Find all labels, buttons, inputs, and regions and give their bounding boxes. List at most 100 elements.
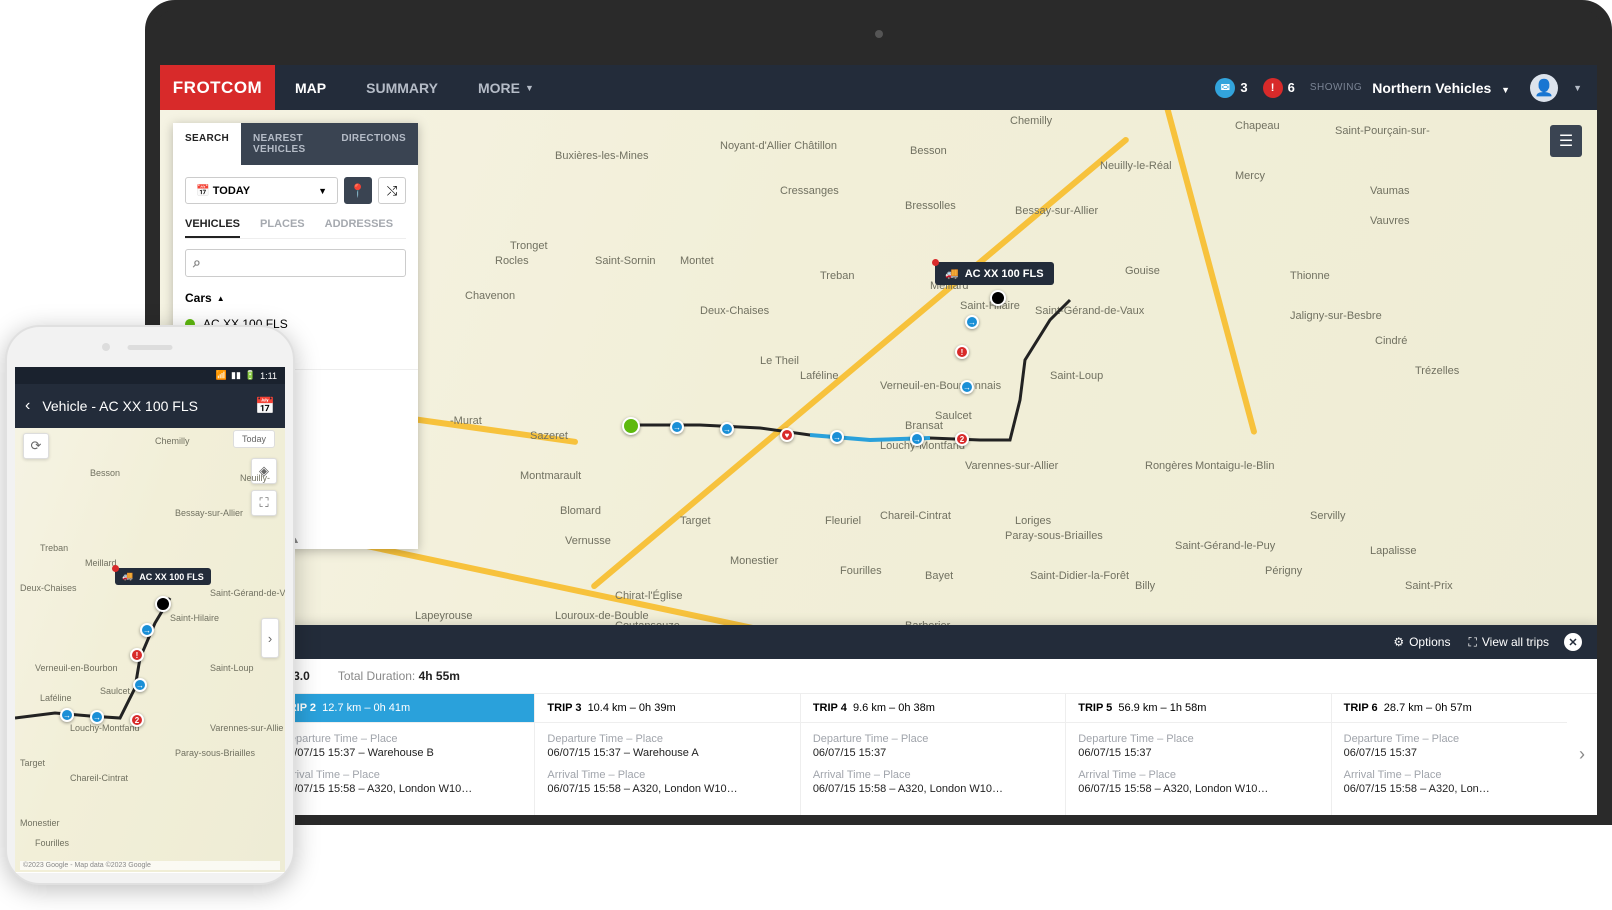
place-label: Target [680,515,711,527]
fullscreen-button[interactable]: ⛶ [251,490,277,516]
mail-badge[interactable]: ✉ 3 [1215,78,1247,98]
calendar-button[interactable]: 📅 [255,396,275,416]
subtab-places[interactable]: PLACES [260,218,305,238]
route-waypoint[interactable]: → [90,710,104,724]
trip-name: TRIP 3 [547,702,581,714]
laptop-screen: FROTCOM MAP SUMMARY MORE ▼ ✉ 3 ! 6 SHOWI… [160,65,1597,815]
viewall-label: View all trips [1482,635,1549,649]
dep-label: Departure Time – Place [1078,733,1318,745]
route-end-marker[interactable] [990,290,1006,306]
tab-directions[interactable]: DIRECTIONS [329,123,418,165]
refresh-button[interactable]: ⟳ [23,433,49,459]
vehicle-group-header[interactable]: Cars ▲ [185,291,406,305]
route-alert-marker[interactable]: ! [130,648,144,662]
place-label: Saint-Sornin [595,255,656,267]
route-waypoint[interactable]: → [960,380,974,394]
route-start-marker[interactable] [622,417,640,435]
laptop-frame: FROTCOM MAP SUMMARY MORE ▼ ✉ 3 ! 6 SHOWI… [145,0,1612,825]
nav-more[interactable]: MORE ▼ [458,65,554,110]
search-input[interactable] [185,249,406,277]
phone-header: ‹ Vehicle - AC XX 100 FLS 📅 [15,384,285,428]
alert-badge[interactable]: ! 6 [1263,78,1295,98]
alert-icon: ! [1263,78,1283,98]
calendar-icon: 📅 [196,185,210,197]
trip-stat: 28.7 km – 0h 57m [1384,702,1472,714]
trips-panel: FLS TRIPS ⚙ Options ⛶ View all trips ✕ T… [160,625,1597,815]
place-label: Chirat-l'Église [615,590,683,602]
pin-mode-button[interactable]: 📍 [344,177,372,204]
route-mode-button[interactable]: ⤭ [378,177,406,204]
trips-next-button[interactable]: › [1567,694,1597,815]
brand-logo[interactable]: FROTCOM [160,65,275,110]
route-waypoint[interactable]: → [830,430,844,444]
vehicle-marker-label: AC XX 100 FLS [139,572,204,582]
nav-summary[interactable]: SUMMARY [346,65,458,110]
route-alert-marker[interactable]: ! [955,345,969,359]
place-label: Treban [820,270,854,282]
topbar: FROTCOM MAP SUMMARY MORE ▼ ✉ 3 ! 6 SHOWI… [160,65,1597,110]
route-waypoint[interactable]: → [965,315,979,329]
place-label: Chavenon [465,290,515,302]
panel-tabs: SEARCH NEAREST VEHICLES DIRECTIONS [173,123,418,165]
phone-vehicle-marker[interactable]: 🚚 AC XX 100 FLS [115,568,211,585]
arr-label: Arrival Time – Place [547,769,787,781]
place-label: Rocles [495,255,529,267]
trip-card[interactable]: TRIP 3 10.4 km – 0h 39m Departure Time –… [535,694,800,815]
fleet-dropdown[interactable]: Northern Vehicles ▼ [1372,80,1510,96]
route-waypoint[interactable]: → [670,420,684,434]
view-all-trips-button[interactable]: ⛶ View all trips [1468,635,1549,650]
subtab-vehicles[interactable]: VEHICLES [185,218,240,238]
place-label: Paray-sous-Briailles [1005,530,1103,542]
dep-label: Departure Time – Place [1344,733,1584,745]
map-menu-button[interactable]: ☰ [1550,125,1582,157]
trips-row: 0h 26m Place Warehouse A A320, London W1… [160,694,1597,815]
trip-card-selected[interactable]: TRIP 2 12.7 km – 0h 41m Departure Time –… [270,694,535,815]
nav-map[interactable]: MAP [275,65,346,110]
route-waypoint[interactable]: → [133,678,147,692]
place-label: Saint-Gérand-de-V [210,588,285,598]
place-label: Monestier [730,555,778,567]
place-label: Sazeret [530,430,568,442]
subtab-addresses[interactable]: ADDRESSES [325,218,393,238]
trip-card[interactable]: TRIP 4 9.6 km – 0h 38m Departure Time – … [801,694,1066,815]
trip-name: TRIP 6 [1344,702,1378,714]
place-label: Saint-Prix [1405,580,1453,592]
route-end-marker[interactable] [155,596,171,612]
place-label: Thionne [1290,270,1330,282]
phone-camera [102,343,110,351]
place-label: Montaigu-le-Blin [1195,460,1274,472]
trips-options-button[interactable]: ⚙ Options [1393,635,1450,649]
place-label: Chemilly [155,436,190,446]
phone-route-path [15,568,205,768]
showing-label: SHOWING [1310,82,1362,93]
user-avatar[interactable]: 👤 [1530,74,1558,102]
route-waypoint[interactable]: → [140,623,154,637]
date-picker-button[interactable]: 📅 TODAY ▼ [185,177,338,204]
phone-map[interactable]: Today ⟳ ◈ ⛶ › → → 2 → ! → 🚚 AC XX 100 FL… [15,428,285,872]
expand-panel-button[interactable]: › [261,618,279,658]
arr-value: 06/07/15 15:58 – A320, London W10… [547,783,787,795]
dep-value: 06/07/15 15:37 [813,747,1053,759]
duration-value: 4h 55m [419,669,460,683]
map-area[interactable]: → → ♥ → → 2 → ! → 🚚 AC XX 100 FLS Chemil… [160,110,1597,815]
place-label: Bessay-sur-Allier [1015,205,1098,217]
route-waypoint[interactable]: → [910,432,924,446]
trip-head: TRIP 5 56.9 km – 1h 58m [1066,694,1330,723]
trip-card[interactable]: TRIP 5 56.9 km – 1h 58m Departure Time –… [1066,694,1331,815]
tab-nearest[interactable]: NEAREST VEHICLES [241,123,329,165]
route-waypoint[interactable]: → [60,708,74,722]
duration-label: Total Duration: [338,669,415,683]
close-trips-button[interactable]: ✕ [1564,633,1582,651]
route-waypoint[interactable]: → [720,422,734,436]
route-alert-marker[interactable]: ♥ [780,428,794,442]
route-stop-marker[interactable]: 2 [955,432,969,446]
expand-icon: ⛶ [1468,635,1476,650]
back-button[interactable]: ‹ [25,397,30,415]
vehicle-marker[interactable]: 🚚 AC XX 100 FLS [935,262,1054,285]
trip-card[interactable]: TRIP 6 28.7 km – 0h 57m Departure Time –… [1332,694,1597,815]
route-stop-marker[interactable]: 2 [130,713,144,727]
place-label: Bayet [925,570,953,582]
place-label: Trézelles [1415,365,1459,377]
tab-search[interactable]: SEARCH [173,123,241,165]
caret-up-icon: ▲ [217,294,225,303]
